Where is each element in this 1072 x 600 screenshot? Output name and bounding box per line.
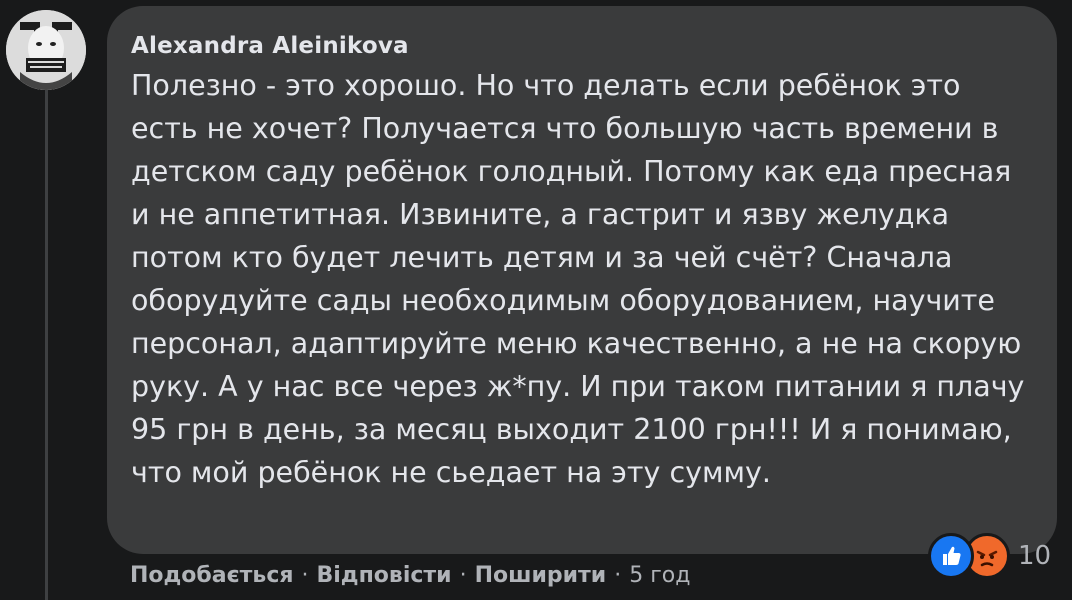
- reply-button[interactable]: Відповісти: [317, 563, 452, 588]
- author-name[interactable]: Alexandra Aleinikova: [131, 32, 1027, 60]
- share-button[interactable]: Поширити: [475, 563, 607, 588]
- separator: ·: [459, 562, 467, 588]
- avatar[interactable]: [6, 10, 86, 90]
- comment-actions: Подобається · Відповісти · Поширити · 5 …: [130, 558, 690, 592]
- comment-text: Полезно - это хорошо. Но что делать если…: [131, 69, 1025, 489]
- avatar-image: [6, 10, 86, 90]
- like-button[interactable]: Подобається: [130, 563, 294, 588]
- separator: ·: [301, 562, 309, 588]
- comment-bubble: Alexandra Aleinikova Полезно - это хорош…: [107, 6, 1057, 554]
- like-icon: [928, 533, 974, 579]
- comment-timestamp[interactable]: 5 год: [629, 563, 690, 588]
- separator: ·: [614, 562, 622, 588]
- reactions-summary[interactable]: 10: [928, 533, 1052, 579]
- reaction-count: 10: [1018, 541, 1052, 571]
- comment-thread: Alexandra Aleinikova Полезно - это хорош…: [0, 0, 1072, 600]
- thread-line: [45, 90, 48, 600]
